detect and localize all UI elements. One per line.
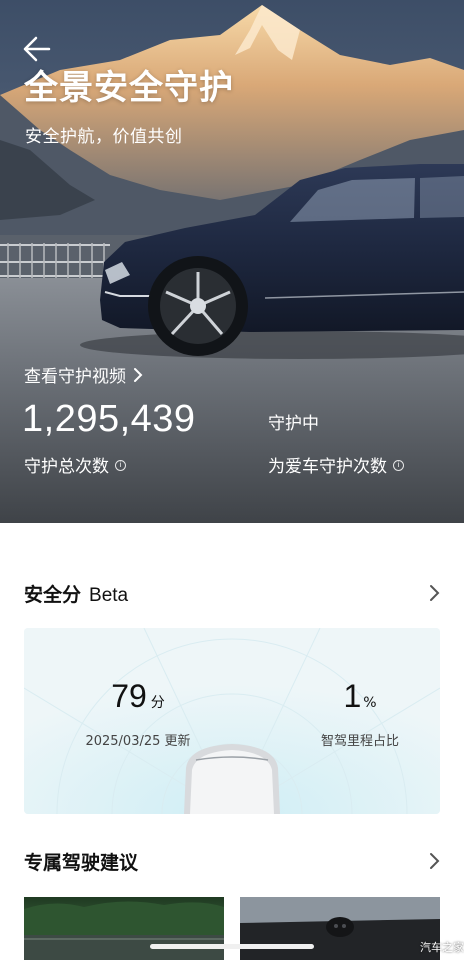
safety-score-card[interactable]: 79 分 2025/03/25 更新 1% 智驾里程占比	[24, 628, 440, 814]
chevron-right-icon	[430, 585, 440, 601]
hero-banner: 全景安全守护 安全护航，价值共创 查看守护视频 1,295,439 守护总次数 …	[0, 0, 464, 523]
home-indicator[interactable]	[150, 944, 314, 949]
smart-drive-ratio-display: 1%	[276, 678, 440, 715]
car-top-view	[184, 744, 280, 814]
driving-advice-header[interactable]: 专属驾驶建议	[24, 846, 440, 876]
safety-score-header[interactable]: 安全分 Beta	[24, 578, 440, 608]
safety-score-value: 79	[111, 678, 147, 714]
view-guard-video-link[interactable]: 查看守护视频	[24, 362, 144, 387]
safety-score-title-row: 安全分 Beta	[24, 580, 128, 607]
page-subtitle: 安全护航，价值共创	[25, 127, 183, 147]
safety-score-updated: 2025/03/25 更新	[85, 734, 191, 749]
info-icon[interactable]: i	[393, 460, 404, 471]
chevron-right-icon	[134, 367, 143, 382]
radar-background	[24, 628, 440, 814]
info-icon[interactable]: i	[115, 460, 126, 471]
safety-score-title: 安全分	[24, 583, 82, 606]
smart-drive-ratio-unit: %	[363, 695, 377, 711]
car-guard-label-row: 为爱车守护次数 i	[268, 452, 404, 477]
view-guard-video-label: 查看守护视频	[24, 367, 126, 387]
page-title: 全景安全守护	[24, 68, 234, 108]
chevron-right-icon	[430, 853, 440, 869]
scenery-thumbnail	[24, 901, 224, 960]
guard-total-label: 守护总次数	[24, 457, 109, 477]
driving-advice-card-interior[interactable]	[240, 897, 440, 960]
smart-drive-ratio-value: 1	[343, 678, 362, 714]
smart-drive-ratio-label: 智驾里程占比	[320, 734, 399, 749]
watermark: 汽车之家	[420, 941, 464, 954]
guard-total-label-row: 守护总次数 i	[24, 452, 126, 477]
interior-thumbnail	[240, 897, 440, 960]
guard-status: 守护中	[268, 414, 319, 434]
driving-advice-card-scenery[interactable]	[24, 897, 224, 960]
beta-label: Beta	[89, 584, 129, 606]
car-guard-count-label: 为爱车守护次数	[268, 457, 387, 477]
safety-score-display: 79 分	[24, 678, 252, 715]
safety-score-unit: 分	[150, 695, 165, 711]
guard-total-count: 1,295,439	[22, 398, 196, 440]
driving-advice-title: 专属驾驶建议	[24, 851, 139, 874]
